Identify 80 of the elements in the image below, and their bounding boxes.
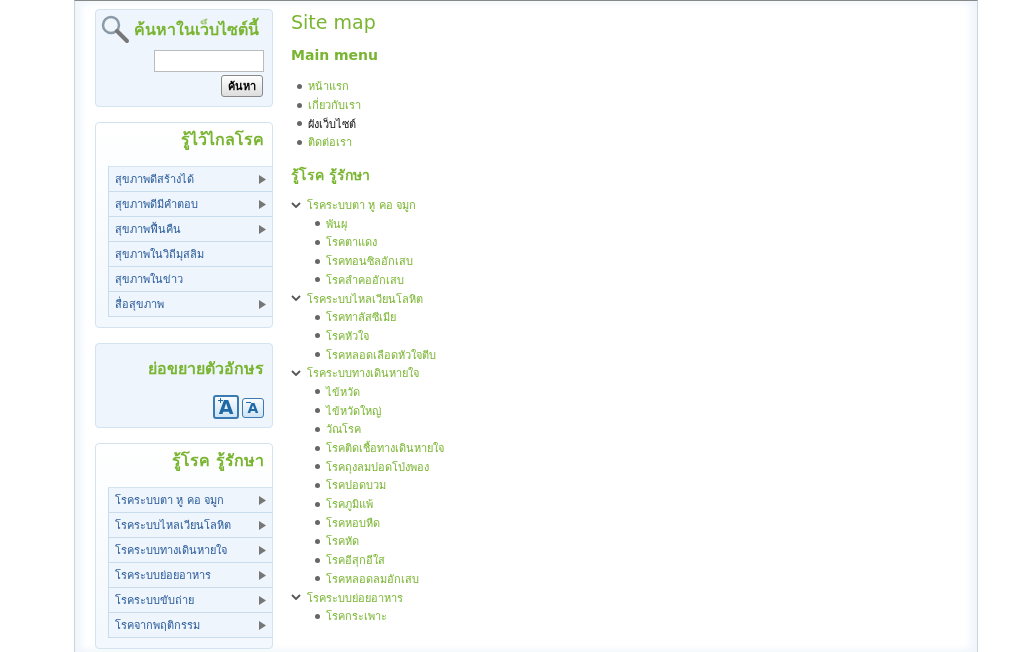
bullet-icon xyxy=(315,613,320,619)
menu-item[interactable]: สุขภาพในวิถีมุสลิม xyxy=(108,242,272,267)
menu-item[interactable]: โรคระบบตา หู คอ จมูก xyxy=(108,488,272,513)
chevron-down-icon[interactable] xyxy=(291,201,301,209)
block-title: รู้ไว้ไกลโรค xyxy=(180,129,265,152)
disease-link[interactable]: วัณโรค xyxy=(326,420,361,439)
menu-link[interactable]: หน้าแรก xyxy=(308,77,349,96)
menu-item[interactable]: สุขภาพฟื้นคืน xyxy=(108,217,272,242)
chevron-down-icon[interactable] xyxy=(291,594,301,602)
increase-font-button[interactable]: A xyxy=(213,395,239,419)
category-link[interactable]: โรคระบบไหลเวียนโลหิต xyxy=(307,289,423,308)
disease-link[interactable]: โรคหอบหืด xyxy=(326,513,380,532)
search-icon xyxy=(100,14,130,44)
bullet-icon xyxy=(297,139,302,145)
bullet-icon xyxy=(315,408,320,414)
chevron-down-icon[interactable] xyxy=(291,295,301,303)
menu-item[interactable]: โรคระบบไหลเวียนโลหิต xyxy=(108,513,272,538)
menu-item[interactable]: โรคจากพฤติกรรม xyxy=(108,613,272,638)
bullet-icon xyxy=(297,121,302,127)
section-title: รู้โรค รู้รักษา xyxy=(291,165,371,186)
bullet-icon xyxy=(315,352,320,358)
category-link[interactable]: โรคระบบทางเดินหายใจ xyxy=(307,364,419,383)
menu-item[interactable]: โรคระบบขับถ่าย xyxy=(108,588,272,613)
disease-link[interactable]: โรคทาลัสซีเมีย xyxy=(326,308,396,327)
menu-item[interactable]: สุขภาพดีสร้างได้ xyxy=(108,167,272,192)
menu-item[interactable]: สื่อสุขภาพ xyxy=(108,292,272,317)
bullet-icon xyxy=(315,333,320,339)
plus-icon xyxy=(218,398,223,403)
bullet-icon xyxy=(315,221,320,227)
bullet-icon xyxy=(315,482,320,488)
disease-link[interactable]: โรคติดเชื้อทางเดินหายใจ xyxy=(326,439,444,458)
bullet-icon xyxy=(315,239,320,245)
bullet-icon xyxy=(297,83,302,89)
menu-item[interactable]: สุขภาพดีมีคำตอบ xyxy=(108,192,272,217)
decrease-font-button[interactable]: A xyxy=(242,398,264,418)
disease-link[interactable]: ไข้หวัด xyxy=(326,382,360,401)
bullet-icon xyxy=(315,464,320,470)
bullet-icon xyxy=(315,520,320,526)
disease-link[interactable]: โรคทอนซิลอักเสบ xyxy=(326,252,413,271)
menu-link[interactable]: เกี่ยวกับเรา xyxy=(308,96,361,115)
section-title: Main menu xyxy=(291,47,380,63)
menu-item[interactable]: โรคระบบทางเดินหายใจ xyxy=(108,538,272,563)
search-field[interactable] xyxy=(154,50,264,72)
block-title: ย่อขยายตัวอักษร xyxy=(147,358,265,380)
page-title: Site map xyxy=(291,11,377,33)
category-link[interactable]: โรคระบบย่อยอาหาร xyxy=(307,588,403,607)
menu-link[interactable]: ติดต่อเรา xyxy=(308,133,352,152)
bullet-icon xyxy=(297,102,302,108)
disease-link[interactable]: โรคตาแดง xyxy=(326,233,377,252)
disease-link[interactable]: พันผุ xyxy=(326,214,347,233)
bullet-icon xyxy=(315,389,320,395)
minus-icon xyxy=(246,400,251,405)
bullet-icon xyxy=(315,258,320,264)
block-title: ค้นหาในเว็บไซต์นี้ xyxy=(134,16,259,41)
disease-link[interactable]: โรคอีสุกอีใส xyxy=(326,551,385,570)
menu-link[interactable]: ผังเว็บไซต์ xyxy=(308,114,356,133)
block-title: รู้โรค รู้รักษา xyxy=(171,450,265,473)
disease-link[interactable]: โรคลำคออักเสบ xyxy=(326,270,404,289)
bullet-icon xyxy=(315,277,320,283)
disease-link[interactable]: โรคหลอดเลือดหัวใจตีบ xyxy=(326,345,436,364)
disease-link[interactable]: ไข้หวัดใหญ่ xyxy=(326,401,381,420)
disease-link[interactable]: โรคกระเพาะ xyxy=(326,607,387,626)
menu-item[interactable]: โรคระบบย่อยอาหาร xyxy=(108,563,272,588)
disease-link[interactable]: โรคหัวใจ xyxy=(326,326,369,345)
bullet-icon xyxy=(315,576,320,582)
category-link[interactable]: โรคระบบตา หู คอ จมูก xyxy=(307,196,417,215)
disease-link[interactable]: โรคปอดบวม xyxy=(326,476,386,495)
bullet-icon xyxy=(315,314,320,320)
disease-link[interactable]: โรคถุงลมปอดโป่งพอง xyxy=(326,457,429,476)
bullet-icon xyxy=(315,557,320,563)
bullet-icon xyxy=(315,538,320,544)
chevron-down-icon[interactable] xyxy=(291,369,301,377)
bullet-icon xyxy=(315,501,320,507)
disease-link[interactable]: โรคภูมิแพ้ xyxy=(326,495,373,514)
disease-link[interactable]: โรคหัด xyxy=(326,532,359,551)
search-button[interactable]: ค้นหา xyxy=(221,75,263,97)
menu-item[interactable]: สุขภาพในข่าว xyxy=(108,267,272,292)
bullet-icon xyxy=(315,426,320,432)
disease-link[interactable]: โรคหลอดลมอักเสบ xyxy=(326,569,419,588)
bullet-icon xyxy=(315,445,320,451)
